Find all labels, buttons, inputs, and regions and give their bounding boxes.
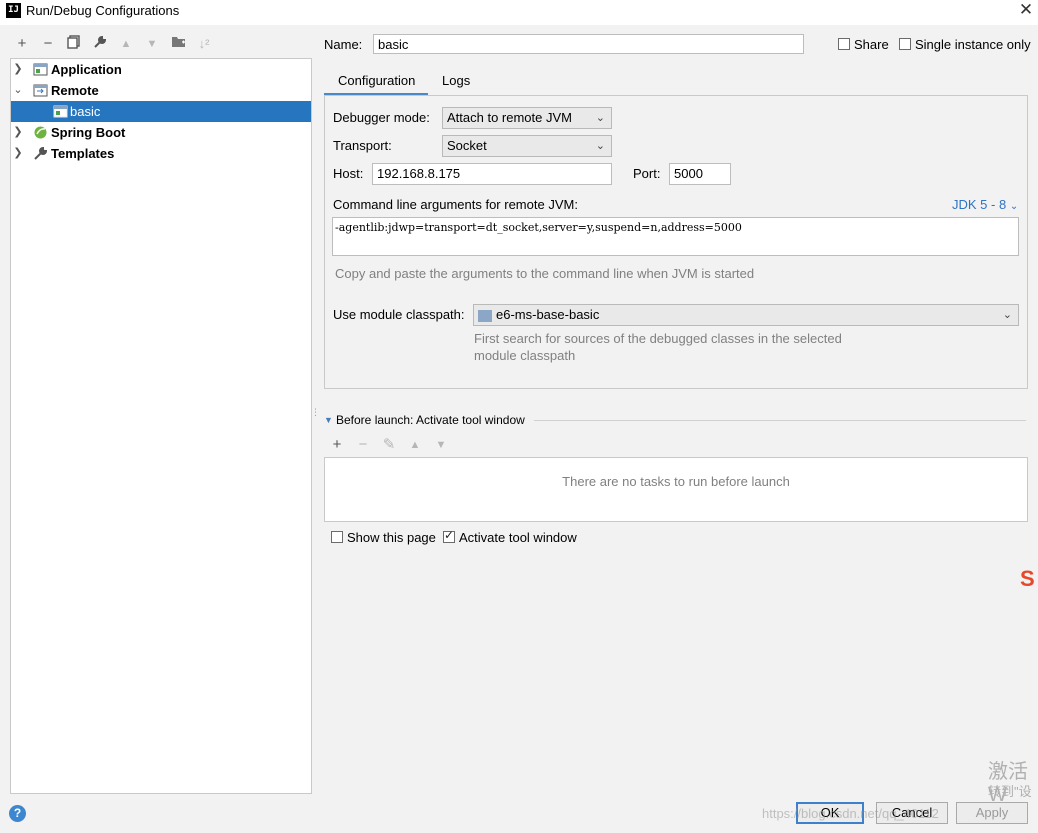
before-launch-separator xyxy=(534,420,1026,421)
module-classpath-label: Use module classpath: xyxy=(333,307,465,322)
command-line-args-field[interactable]: -agentlib:jdwp=transport=dt_socket,serve… xyxy=(332,217,1019,256)
configuration-tree[interactable]: ❯ Application ⌄ Remote basic ❯ Spring Bo… xyxy=(10,58,312,794)
edit-task-icon[interactable]: ✎ xyxy=(380,436,398,454)
remove-task-icon[interactable]: − xyxy=(354,436,372,454)
activate-tool-window-label: Activate tool window xyxy=(459,530,577,545)
wrench-icon[interactable] xyxy=(91,35,109,53)
transport-select[interactable]: Socket ⌄ xyxy=(442,135,612,157)
tree-item-basic[interactable]: basic xyxy=(11,101,311,122)
csdn-logo-icon: S xyxy=(1020,566,1035,591)
module-folder-icon xyxy=(478,309,492,322)
wrench-icon xyxy=(33,146,48,161)
jdk-version-link[interactable]: JDK 5 - 8 ⌄ xyxy=(952,197,1018,212)
debugger-mode-value: Attach to remote JVM xyxy=(447,110,572,125)
tab-logs[interactable]: Logs xyxy=(442,73,470,88)
add-task-icon[interactable]: + xyxy=(328,436,346,454)
collapse-triangle-icon[interactable]: ▼ xyxy=(324,415,333,425)
port-label: Port: xyxy=(633,166,661,181)
remote-config-icon xyxy=(53,104,68,119)
spring-boot-icon xyxy=(33,125,48,140)
help-icon[interactable]: ? xyxy=(9,805,26,822)
debugger-mode-select[interactable]: Attach to remote JVM ⌄ xyxy=(442,107,612,129)
module-value: e6-ms-base-basic xyxy=(496,307,600,322)
copy-icon[interactable] xyxy=(65,35,83,53)
activate-windows-hint: 转到"设 xyxy=(988,784,1032,799)
window-title: Run/Debug Configurations xyxy=(26,3,180,18)
module-hint-line2: module classpath xyxy=(474,348,576,363)
tree-item-label: Remote xyxy=(51,83,99,98)
host-label: Host: xyxy=(333,166,364,181)
apply-button[interactable]: Apply xyxy=(956,802,1028,824)
port-input[interactable]: 5000 xyxy=(669,163,731,185)
chevron-down-icon: ⌄ xyxy=(1002,309,1012,321)
empty-tasks-message: There are no tasks to run before launch xyxy=(562,474,790,489)
close-icon[interactable]: ✕ xyxy=(1016,0,1036,20)
chevron-down-icon[interactable]: ⌄ xyxy=(12,80,24,101)
command-line-hint: Copy and paste the arguments to the comm… xyxy=(335,266,755,281)
chevron-down-icon: ⌄ xyxy=(595,140,605,152)
tree-item-label: Templates xyxy=(51,146,115,161)
chevron-right-icon[interactable]: ❯ xyxy=(12,59,24,80)
debugger-mode-label: Debugger mode: xyxy=(333,110,430,125)
add-icon[interactable]: + xyxy=(13,35,31,53)
blog-url-watermark: https://blog.csdn.net/qq_40112 xyxy=(762,806,939,821)
name-label: Name: xyxy=(324,37,363,52)
move-up-icon[interactable]: ▲ xyxy=(406,436,424,454)
name-input[interactable]: basic xyxy=(373,34,804,54)
move-down-icon[interactable]: ▼ xyxy=(143,35,161,53)
tree-item-spring-boot[interactable]: ❯ Spring Boot xyxy=(11,122,311,143)
module-classpath-select[interactable]: e6-ms-base-basic ⌄ xyxy=(473,304,1019,326)
tree-item-application[interactable]: ❯ Application xyxy=(11,59,311,80)
splitter-handle-icon[interactable]: ⋮ xyxy=(311,407,320,418)
tree-item-label: Spring Boot xyxy=(51,125,126,140)
show-page-checkbox[interactable] xyxy=(331,531,343,543)
transport-value: Socket xyxy=(447,138,487,153)
host-input[interactable]: 192.168.8.175 xyxy=(372,163,612,185)
move-up-icon[interactable]: ▲ xyxy=(117,35,135,53)
tree-item-remote[interactable]: ⌄ Remote xyxy=(11,80,311,101)
single-instance-checkbox[interactable] xyxy=(899,38,911,50)
before-launch-title[interactable]: Before launch: Activate tool window xyxy=(336,413,525,427)
new-folder-icon[interactable] xyxy=(169,35,187,53)
before-launch-task-list[interactable] xyxy=(324,457,1028,522)
show-page-label: Show this page xyxy=(347,530,436,545)
chevron-right-icon[interactable]: ❯ xyxy=(12,143,24,164)
activate-tool-window-checkbox[interactable] xyxy=(443,528,455,543)
tree-item-templates[interactable]: ❯ Templates xyxy=(11,143,311,164)
command-line-label: Command line arguments for remote JVM: xyxy=(333,197,578,212)
remove-icon[interactable]: − xyxy=(39,35,57,53)
tab-configuration[interactable]: Configuration xyxy=(338,73,415,88)
chevron-down-icon: ⌄ xyxy=(1009,201,1019,212)
transport-label: Transport: xyxy=(333,138,392,153)
intellij-logo-icon: IJ xyxy=(6,3,21,18)
single-instance-label: Single instance only xyxy=(915,37,1031,52)
share-label: Share xyxy=(854,37,889,52)
chevron-down-icon: ⌄ xyxy=(595,112,605,124)
application-icon xyxy=(33,62,48,77)
sort-icon[interactable]: ↓² xyxy=(195,35,213,53)
share-checkbox[interactable] xyxy=(838,38,850,50)
remote-icon xyxy=(33,83,48,98)
module-hint-line1: First search for sources of the debugged… xyxy=(474,331,842,346)
move-down-icon[interactable]: ▼ xyxy=(432,436,450,454)
tree-item-label: basic xyxy=(70,104,101,119)
tree-item-label: Application xyxy=(51,62,122,77)
chevron-right-icon[interactable]: ❯ xyxy=(12,122,24,143)
